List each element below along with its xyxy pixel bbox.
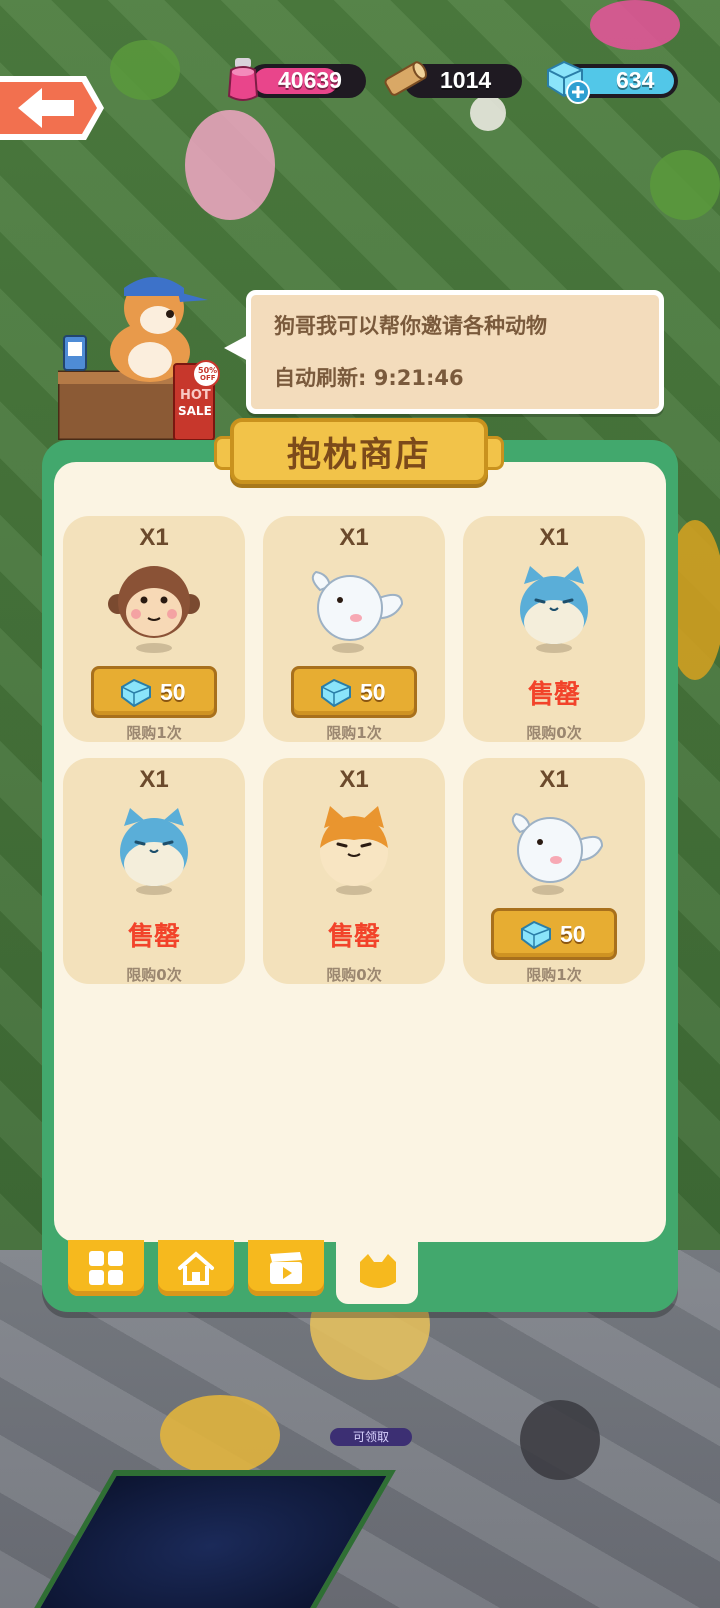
speech-bubble-tail	[224, 334, 250, 362]
sold-out-label: 售罄	[327, 922, 380, 952]
buy-price-button[interactable]: 50	[91, 666, 217, 718]
tree-decoration	[650, 150, 720, 220]
white-bird-pillow-icon	[304, 560, 404, 656]
rabbit-decoration	[470, 95, 506, 131]
sale-off: OFF	[200, 374, 216, 382]
sold-out-label: 售罄	[127, 922, 180, 952]
pink-potion-icon	[227, 58, 259, 101]
shop-item-card[interactable]: X1 售罄限购0次	[463, 516, 645, 742]
monkey-pillow-icon	[104, 560, 204, 656]
purchase-limit: 限购1次	[526, 966, 582, 984]
blue-cat-pillow-icon	[504, 560, 604, 656]
purchase-limit: 限购0次	[326, 966, 382, 984]
tree-decoration	[110, 40, 180, 100]
item-quantity: X1	[539, 524, 569, 551]
gem-value: 634	[616, 67, 655, 93]
shop-title-plate: 抱枕商店	[214, 418, 504, 484]
white-bird-pillow-icon	[504, 802, 604, 898]
purchase-limit: 限购1次	[326, 724, 382, 742]
dog-shopkeeper-npc: 50% OFF HOT SALE	[56, 270, 238, 442]
shop-item-card[interactable]: X1 50 限购1次	[463, 758, 645, 984]
buy-price-button[interactable]: 50	[491, 908, 617, 960]
item-quantity: X1	[139, 766, 169, 793]
npc-speech-bubble: 狗哥我可以帮你邀请各种动物 自动刷新: 9:21:46	[224, 290, 664, 414]
shiba-dog-pillow-icon	[304, 802, 404, 898]
potion-value: 40639	[278, 67, 342, 93]
sold-out-label: 售罄	[527, 680, 580, 710]
back-button[interactable]	[0, 70, 108, 146]
shop-item-card[interactable]: X1 售罄限购0次	[63, 758, 245, 984]
purchase-limit: 限购1次	[126, 724, 182, 742]
item-quantity: X1	[539, 766, 569, 793]
tab-house[interactable]	[158, 1240, 234, 1296]
diamond-icon	[321, 679, 351, 707]
npc-message: 狗哥我可以帮你邀请各种动物	[274, 314, 547, 338]
claim-label[interactable]: 可领取	[330, 1428, 412, 1446]
price-value: 50	[560, 921, 586, 947]
item-quantity: X1	[339, 524, 369, 551]
shop-item-card[interactable]: X1 50 限购1次	[63, 516, 245, 742]
tab-all[interactable]	[68, 1240, 144, 1296]
purchase-limit: 限购0次	[126, 966, 182, 984]
diamond-icon	[521, 921, 551, 949]
house-icon	[178, 1251, 214, 1285]
add-gem-plus-icon[interactable]	[566, 80, 590, 104]
grid-icon	[89, 1251, 123, 1285]
item-quantity: X1	[139, 524, 169, 551]
cat-face-icon	[360, 1254, 396, 1288]
potion-counter[interactable]: 40639	[248, 64, 366, 98]
gumball-machine-decoration	[185, 110, 275, 220]
sale-sale: SALE	[178, 404, 212, 418]
shop-title: 抱枕商店	[287, 435, 431, 475]
buy-price-button[interactable]: 50	[291, 666, 417, 718]
clapperboard-icon	[270, 1252, 302, 1284]
back-arrow-icon	[0, 76, 104, 140]
purchase-limit: 限购0次	[526, 724, 582, 742]
pink-flower-decoration	[590, 0, 680, 50]
diamond-icon	[121, 679, 151, 707]
shop-item-card[interactable]: X1 售罄限购0次	[263, 758, 445, 984]
golden-boat-decoration	[160, 1395, 280, 1475]
film-camera-decoration	[520, 1400, 600, 1480]
shop-item-card[interactable]: X1 50 限购1次	[263, 516, 445, 742]
speech-bubble-box	[246, 290, 664, 414]
refresh-timer: 自动刷新: 9:21:46	[274, 366, 464, 390]
wood-log-icon	[384, 61, 427, 96]
price-value: 50	[360, 679, 386, 705]
price-value: 50	[160, 679, 186, 705]
tab-pets[interactable]	[336, 1240, 418, 1304]
sale-hot: HOT	[180, 388, 211, 403]
wood-value: 1014	[440, 67, 492, 93]
tab-video[interactable]	[248, 1240, 324, 1296]
item-quantity: X1	[339, 766, 369, 793]
blue-cat-pillow-icon	[104, 802, 204, 898]
